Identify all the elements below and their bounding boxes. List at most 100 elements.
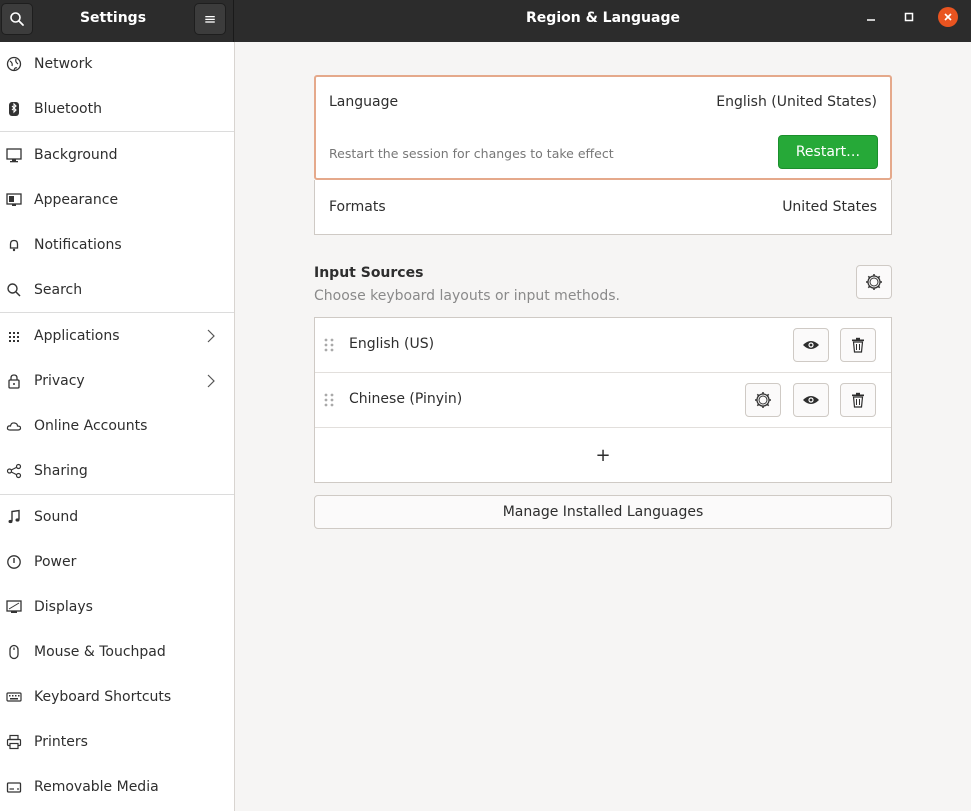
sidebar-item-label: Privacy: [34, 373, 85, 389]
sidebar-item-notifications[interactable]: Notifications: [0, 223, 234, 267]
sidebar-item-privacy[interactable]: Privacy: [0, 359, 234, 403]
sidebar-item-label: Notifications: [34, 237, 122, 253]
sidebar-item-label: Search: [34, 282, 83, 298]
drag-handle-icon[interactable]: [323, 392, 335, 408]
trash-icon: [852, 392, 864, 408]
sidebar-item-online-accounts[interactable]: Online Accounts: [0, 404, 234, 448]
add-input-source-button[interactable]: +: [315, 428, 891, 482]
hamburger-icon: ≡: [203, 10, 217, 28]
eye-icon: [803, 396, 819, 404]
formats-label: Formats: [329, 199, 386, 215]
sidebar-header: Settings ≡: [0, 0, 234, 42]
input-source-label: English (US): [349, 336, 435, 352]
search-icon: [5, 281, 23, 299]
sidebar-divider: [0, 312, 234, 313]
list-item[interactable]: English (US): [315, 318, 891, 373]
input-sources-subtitle: Choose keyboard layouts or input methods…: [314, 288, 620, 304]
sidebar-item-sound[interactable]: Sound: [0, 495, 234, 539]
input-sources-list: English (US) Chinese (Pinyin) +: [314, 317, 892, 483]
input-source-label: Chinese (Pinyin): [349, 391, 463, 407]
maximize-button[interactable]: [899, 7, 919, 27]
chevron-right-icon: [205, 328, 217, 344]
gear-icon: [755, 392, 771, 408]
sidebar-item-search[interactable]: Search: [0, 268, 234, 312]
sidebar-item-label: Power: [34, 554, 77, 570]
formats-value: United States: [782, 199, 877, 215]
removable-media-icon: [5, 778, 23, 796]
sidebar-item-label: Removable Media: [34, 779, 159, 795]
maximize-icon: [904, 12, 914, 22]
trash-icon: [852, 337, 864, 353]
music-note-icon: [5, 508, 23, 526]
minimize-button[interactable]: [861, 7, 881, 27]
printer-icon: [5, 733, 23, 751]
menu-button[interactable]: ≡: [194, 3, 226, 35]
sidebar-item-displays[interactable]: Displays: [0, 585, 234, 629]
main-content: Language English (United States) Restart…: [236, 42, 971, 811]
sidebar-item-power[interactable]: Power: [0, 540, 234, 584]
settings-title: Settings: [79, 10, 147, 26]
sidebar-item-mouse-touchpad[interactable]: Mouse & Touchpad: [0, 630, 234, 674]
gear-icon: [866, 274, 882, 290]
formats-row[interactable]: Formats United States: [314, 180, 892, 235]
sidebar-item-label: Keyboard Shortcuts: [34, 689, 172, 705]
restart-notice: Restart the session for changes to take …: [329, 146, 614, 161]
remove-source-button[interactable]: [840, 328, 876, 362]
sidebar-item-removable-media[interactable]: Removable Media: [0, 765, 234, 809]
drag-handle-icon[interactable]: [323, 337, 335, 353]
sidebar-item-label: Applications: [34, 328, 120, 344]
search-icon: [10, 12, 24, 26]
close-icon: [944, 13, 952, 21]
eye-icon: [803, 341, 819, 349]
background-icon: [5, 146, 23, 164]
sidebar-item-keyboard-shortcuts[interactable]: Keyboard Shortcuts: [0, 675, 234, 719]
input-sources-options-button[interactable]: [856, 265, 892, 299]
sidebar-item-label: Sharing: [34, 463, 88, 479]
language-value[interactable]: English (United States): [716, 94, 877, 110]
power-icon: [5, 553, 23, 571]
sidebar-item-label: Online Accounts: [34, 418, 148, 434]
sidebar-item-bluetooth[interactable]: Bluetooth: [0, 87, 234, 131]
close-button[interactable]: [938, 7, 958, 27]
sidebar-divider: [0, 131, 234, 132]
language-label: Language: [329, 94, 399, 110]
source-settings-button[interactable]: [745, 383, 781, 417]
sidebar-item-appearance[interactable]: Appearance: [0, 178, 234, 222]
sidebar-item-label: Appearance: [34, 192, 119, 208]
display-icon: [5, 598, 23, 616]
list-item[interactable]: Chinese (Pinyin): [315, 373, 891, 428]
bell-icon: [5, 236, 23, 254]
lock-icon: [5, 372, 23, 390]
sidebar-item-label: Displays: [34, 599, 93, 615]
appearance-icon: [5, 191, 23, 209]
sidebar-item-applications[interactable]: Applications: [0, 314, 234, 358]
cloud-icon: [5, 417, 23, 435]
minimize-icon: [867, 19, 875, 21]
restart-button[interactable]: Restart…: [778, 135, 878, 169]
plus-icon: +: [595, 444, 611, 466]
sidebar-item-sharing[interactable]: Sharing: [0, 449, 234, 493]
network-icon: [5, 55, 23, 73]
keyboard-icon: [5, 688, 23, 706]
mouse-icon: [5, 643, 23, 661]
sidebar: Network Bluetooth Background Appearance …: [0, 42, 235, 811]
sidebar-item-background[interactable]: Background: [0, 133, 234, 177]
sidebar-item-label: Printers: [34, 734, 88, 750]
sidebar-item-label: Sound: [34, 509, 79, 525]
manage-installed-languages-button[interactable]: Manage Installed Languages: [314, 495, 892, 529]
chevron-right-icon: [205, 373, 217, 389]
preview-layout-button[interactable]: [793, 383, 829, 417]
search-button[interactable]: [1, 3, 33, 35]
share-icon: [5, 462, 23, 480]
language-panel: Language English (United States) Restart…: [314, 75, 892, 180]
sidebar-item-network[interactable]: Network: [0, 42, 234, 86]
bluetooth-icon: [5, 100, 23, 118]
remove-source-button[interactable]: [840, 383, 876, 417]
sidebar-item-label: Network: [34, 56, 93, 72]
input-sources-title: Input Sources: [314, 265, 424, 281]
grid-icon: [5, 327, 23, 345]
sidebar-item-label: Mouse & Touchpad: [34, 644, 166, 660]
sidebar-item-label: Bluetooth: [34, 101, 102, 117]
preview-layout-button[interactable]: [793, 328, 829, 362]
sidebar-item-printers[interactable]: Printers: [0, 720, 234, 764]
